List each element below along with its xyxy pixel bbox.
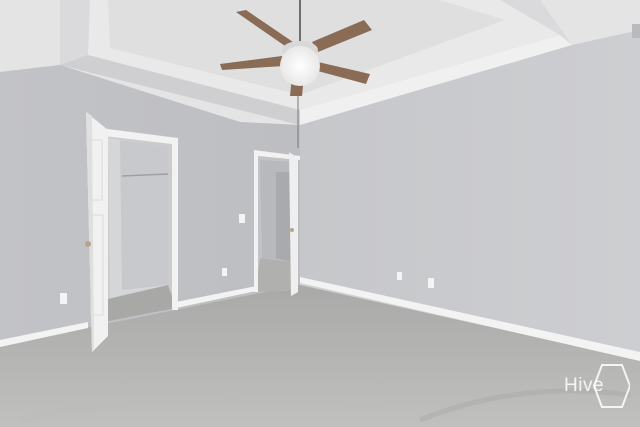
light-switch[interactable] [239,214,245,223]
outlet [222,268,227,276]
outlet [428,278,434,288]
closet-door-knob[interactable] [85,241,91,247]
hive-watermark: Hive [560,363,630,409]
fan-light [280,46,320,86]
hallway-door-knob[interactable] [290,228,294,232]
room-illustration [0,0,640,427]
outlet [60,293,67,304]
bedroom-photo: Hive [0,0,640,427]
outlet [397,272,402,280]
watermark-text: Hive [564,375,605,396]
smoke-detector [632,24,640,38]
